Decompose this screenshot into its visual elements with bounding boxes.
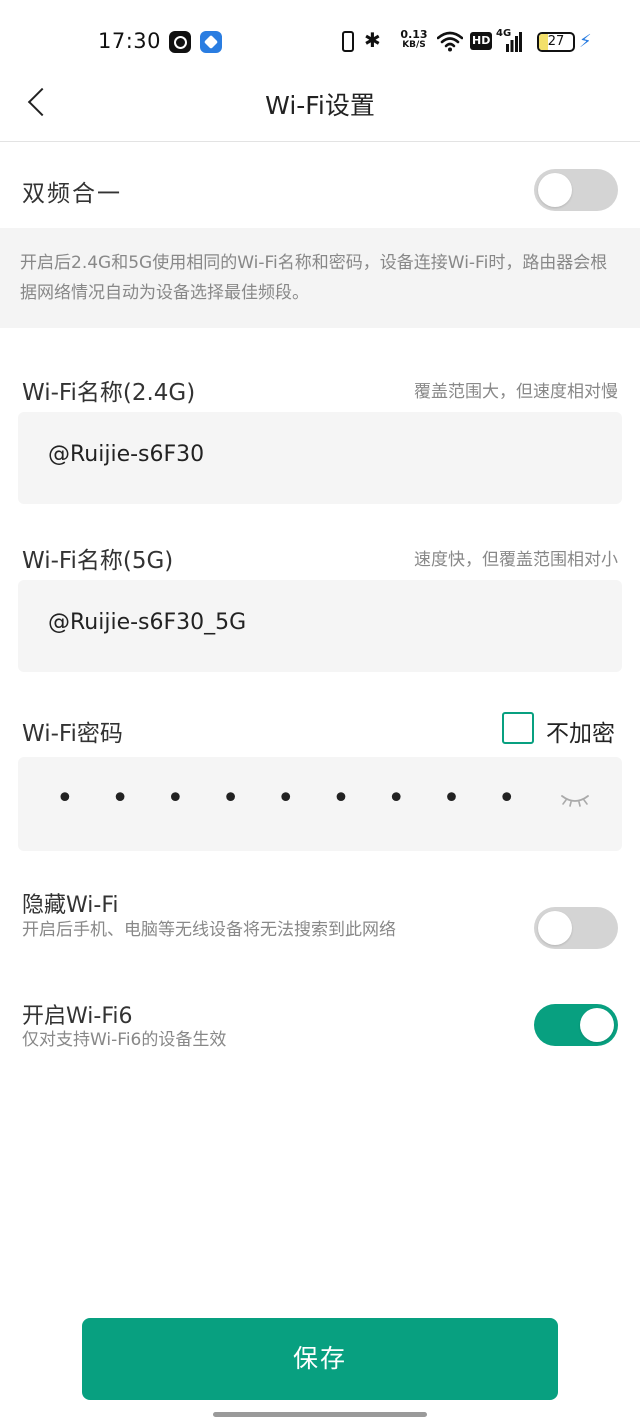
header: Wi-Fi设置 bbox=[0, 64, 640, 142]
save-button[interactable]: 保存 bbox=[82, 1318, 558, 1400]
dual-band-toggle[interactable] bbox=[534, 169, 618, 211]
hide-wifi-description: 开启后手机、电脑等无线设备将无法搜索到此网络 bbox=[22, 920, 396, 940]
status-time: 17:30 bbox=[98, 29, 162, 53]
no-encrypt-checkbox[interactable] bbox=[502, 712, 534, 744]
battery-level: 27 bbox=[547, 34, 565, 49]
signal-icon bbox=[506, 32, 522, 52]
home-indicator[interactable] bbox=[213, 1412, 427, 1417]
network-speed-unit: KB/S bbox=[402, 40, 426, 50]
hd-badge: HD bbox=[470, 32, 493, 50]
wifi-password-input[interactable]: • • • • • • • • • bbox=[18, 757, 622, 851]
hide-wifi-toggle[interactable] bbox=[534, 907, 618, 949]
wifi-icon bbox=[437, 31, 463, 52]
wifi6-description: 仅对支持Wi-Fi6的设备生效 bbox=[22, 1030, 227, 1050]
wifi-24g-label: Wi-Fi名称(2.4G) bbox=[22, 380, 196, 406]
page-title: Wi-Fi设置 bbox=[265, 91, 375, 120]
eye-closed-icon[interactable] bbox=[560, 793, 590, 807]
dual-band-label: 双频合一 bbox=[22, 181, 122, 207]
no-encrypt-label: 不加密 bbox=[546, 721, 615, 747]
wifi-password-label: Wi-Fi密码 bbox=[22, 721, 123, 747]
dual-band-description: 开启后2.4G和5G使用相同的Wi-Fi名称和密码，设备连接Wi-Fi时，路由器… bbox=[20, 253, 608, 303]
wifi-24g-name-input[interactable]: @Ruijie-s6F30 bbox=[18, 412, 622, 504]
app-notification-icon bbox=[169, 31, 191, 53]
phone-icon bbox=[342, 31, 354, 52]
app-notification-icon-2 bbox=[200, 31, 222, 53]
wifi-24g-hint: 覆盖范围大，但速度相对慢 bbox=[414, 382, 618, 402]
password-masked-value: • • • • • • • • • bbox=[56, 781, 530, 816]
network-speed-value: 0.13 bbox=[400, 28, 428, 41]
hide-wifi-label: 隐藏Wi-Fi bbox=[22, 893, 119, 918]
battery-icon: 27 bbox=[537, 32, 575, 52]
network-speed: 0.13 KB/S bbox=[400, 29, 428, 51]
wifi6-toggle[interactable] bbox=[534, 1004, 618, 1046]
dual-band-description-block: 开启后2.4G和5G使用相同的Wi-Fi名称和密码，设备连接Wi-Fi时，路由器… bbox=[0, 228, 640, 328]
wifi-5g-hint: 速度快，但覆盖范围相对小 bbox=[414, 550, 618, 570]
toggle-knob bbox=[580, 1008, 614, 1042]
wifi-5g-label: Wi-Fi名称(5G) bbox=[22, 548, 174, 574]
toggle-knob bbox=[538, 173, 572, 207]
wifi-5g-name-value: @Ruijie-s6F30_5G bbox=[48, 610, 247, 635]
wifi-5g-name-input[interactable]: @Ruijie-s6F30_5G bbox=[18, 580, 622, 672]
wifi-24g-name-value: @Ruijie-s6F30 bbox=[48, 442, 205, 467]
bluetooth-icon: ✱ bbox=[364, 28, 381, 52]
toggle-knob bbox=[538, 911, 572, 945]
charging-icon: ⚡ bbox=[579, 31, 592, 52]
